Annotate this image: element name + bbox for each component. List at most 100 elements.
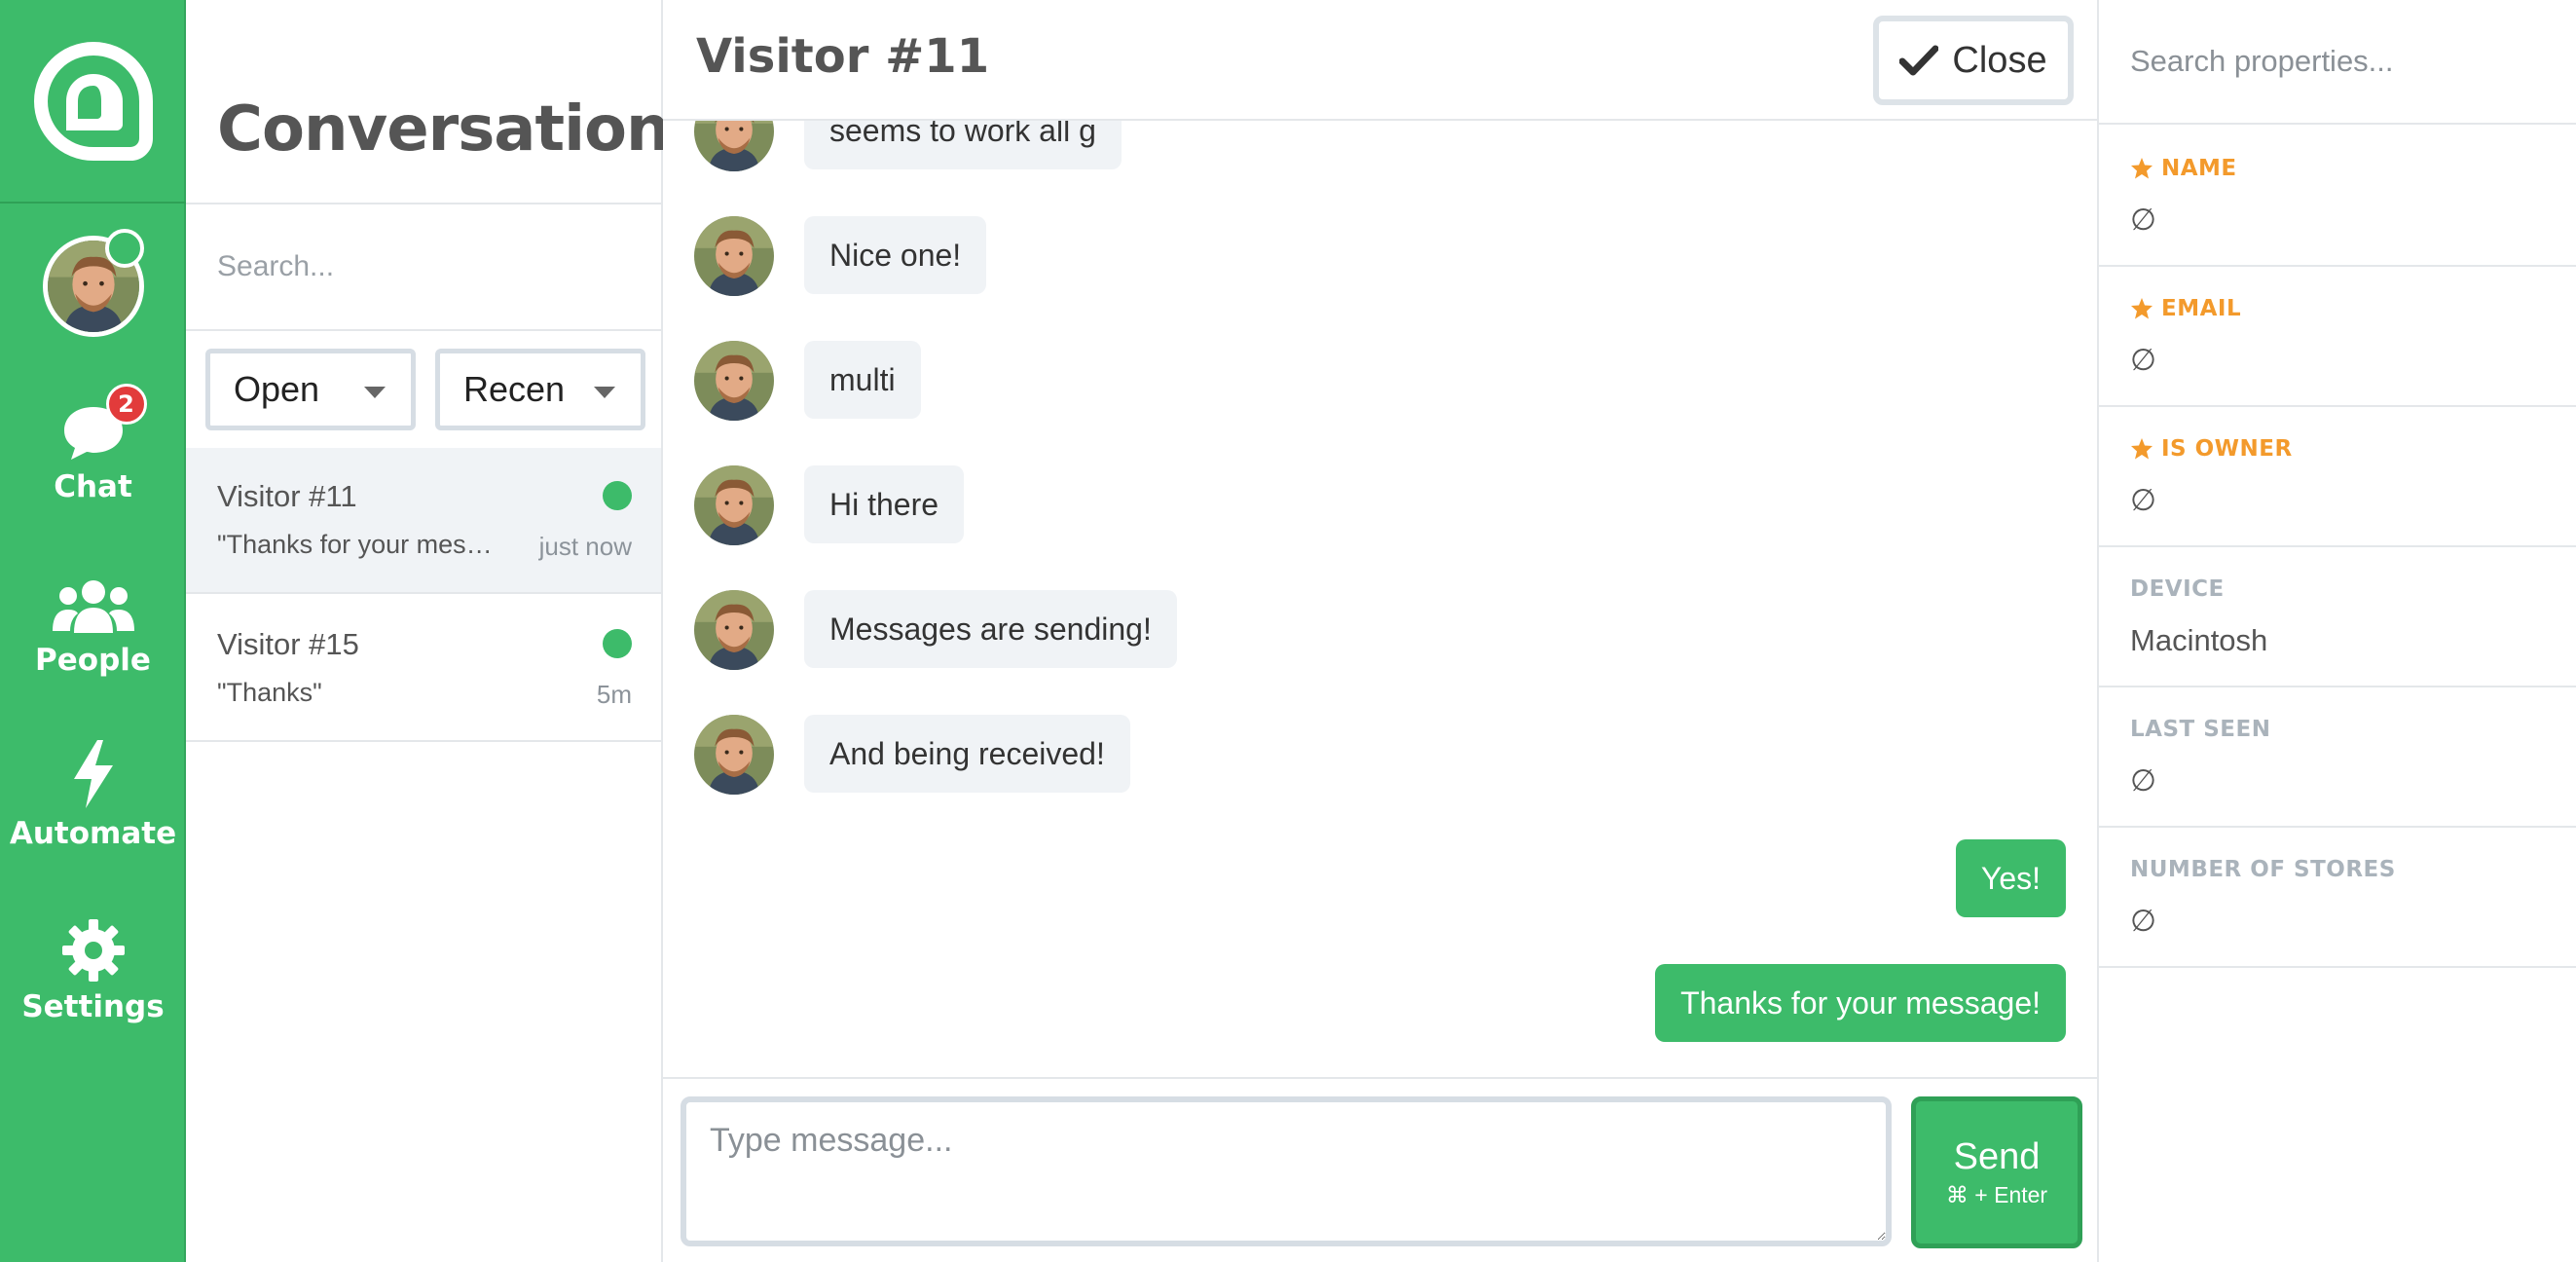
star-icon xyxy=(2131,298,2153,319)
chat-header: Visitor #11 Close xyxy=(663,0,2097,121)
nav-automate-label: Automate xyxy=(9,816,177,851)
nav-settings[interactable]: Settings xyxy=(0,890,186,1046)
avatar xyxy=(694,121,774,171)
nav-settings-label: Settings xyxy=(21,989,165,1024)
property-key-label: EMAIL xyxy=(2161,296,2242,321)
avatar xyxy=(694,216,774,296)
current-user[interactable] xyxy=(0,204,186,369)
people-icon xyxy=(52,580,134,633)
nav-chat-label: Chat xyxy=(54,469,132,504)
avatar xyxy=(694,341,774,421)
status-filter-select[interactable]: Open xyxy=(205,349,416,430)
message-outgoing: Yes! xyxy=(663,835,2097,923)
logo-icon xyxy=(33,41,153,161)
property-value: Macintosh xyxy=(2130,623,2268,657)
message-bubble: And being received! xyxy=(804,715,1130,793)
star-icon xyxy=(2131,158,2153,179)
message: seems to work all g xyxy=(663,121,2097,175)
conversation-time: just now xyxy=(538,532,632,561)
conversation-item[interactable]: Visitor #11 "Thanks for your message!" j… xyxy=(186,448,661,594)
message: multi xyxy=(663,337,2097,425)
divider xyxy=(186,329,661,331)
chevron-down-icon xyxy=(594,387,615,398)
property-key-label: LAST SEEN xyxy=(2130,717,2271,742)
property-row[interactable]: NAME ∅ xyxy=(2099,127,2576,267)
gear-icon xyxy=(61,919,125,982)
property-row[interactable]: NUMBER OF STORES ∅ xyxy=(2099,828,2576,968)
property-value: ∅ xyxy=(2130,904,2157,938)
lightning-icon xyxy=(73,740,113,808)
nav-automate[interactable]: Automate xyxy=(0,717,186,872)
property-value: ∅ xyxy=(2130,763,2157,798)
message-composer: Send ⌘ + Enter xyxy=(663,1077,2097,1262)
message-bubble: Messages are sending! xyxy=(804,590,1177,668)
nav-chat[interactable]: 2 Chat xyxy=(0,370,186,526)
checkmark-icon xyxy=(1899,45,1939,76)
property-row[interactable]: DEVICE Macintosh xyxy=(2099,547,2576,687)
unread-badge: 2 xyxy=(105,384,147,425)
avatar xyxy=(694,590,774,670)
conversations-title: Conversations xyxy=(217,93,707,166)
message-outgoing: Thanks for your message! xyxy=(663,960,2097,1048)
message: Hi there xyxy=(663,462,2097,549)
property-row[interactable]: LAST SEEN ∅ xyxy=(2099,687,2576,828)
avatar xyxy=(694,465,774,545)
chat-title: Visitor #11 xyxy=(696,29,990,84)
message-bubble: Yes! xyxy=(1955,839,2066,917)
sort-filter-value: Recen xyxy=(463,369,566,409)
property-value: ∅ xyxy=(2130,483,2157,517)
property-key-label: IS OWNER xyxy=(2161,436,2293,462)
send-button[interactable]: Send ⌘ + Enter xyxy=(1911,1096,2082,1248)
online-indicator xyxy=(603,629,632,658)
message-bubble: seems to work all g xyxy=(804,121,1122,169)
property-row[interactable]: EMAIL ∅ xyxy=(2099,267,2576,407)
conversation-time: 5m xyxy=(596,680,632,709)
status-filter-value: Open xyxy=(234,369,320,409)
conversation-name: Visitor #15 xyxy=(217,627,359,661)
app-logo[interactable] xyxy=(0,0,186,204)
property-row[interactable]: IS OWNER ∅ xyxy=(2099,407,2576,547)
message: Nice one! xyxy=(663,212,2097,300)
property-key: DEVICE xyxy=(2130,576,2225,602)
nav-people-label: People xyxy=(35,643,151,678)
property-key-label: NAME xyxy=(2161,156,2237,181)
send-label: Send xyxy=(1953,1136,2041,1177)
chevron-down-icon xyxy=(364,387,386,398)
property-key: NAME xyxy=(2130,156,2237,181)
property-value: ∅ xyxy=(2130,203,2157,237)
properties-search-input[interactable] xyxy=(2099,0,2576,125)
property-key: LAST SEEN xyxy=(2130,717,2270,742)
message-bubble: Thanks for your message! xyxy=(1655,964,2066,1042)
property-key-label: NUMBER OF STORES xyxy=(2130,857,2396,882)
close-conversation-button[interactable]: Close xyxy=(1873,16,2074,105)
send-shortcut-hint: ⌘ + Enter xyxy=(1945,1182,2048,1207)
avatar xyxy=(694,715,774,795)
message-bubble: multi xyxy=(804,341,921,419)
message-bubble: Nice one! xyxy=(804,216,987,294)
property-key: NUMBER OF STORES xyxy=(2130,857,2396,882)
property-key-label: DEVICE xyxy=(2130,576,2225,602)
availability-status[interactable] xyxy=(105,229,144,268)
message-input[interactable] xyxy=(681,1096,1892,1246)
sort-filter-select[interactable]: Recen xyxy=(435,349,645,430)
close-label: Close xyxy=(1952,39,2047,81)
properties-panel: NAME ∅ EMAIL ∅ IS OWNER ∅ DEVICE Macinto… xyxy=(2099,0,2576,1262)
conversation-preview: "Thanks" xyxy=(217,678,322,707)
conversation-item[interactable]: Visitor #15 "Thanks" 5m xyxy=(186,596,661,742)
conversations-search-input[interactable] xyxy=(186,204,661,329)
message: Messages are sending! xyxy=(663,586,2097,674)
conversation-name: Visitor #11 xyxy=(217,479,357,513)
property-key: IS OWNER xyxy=(2130,436,2293,462)
conversations-panel: Conversations Open Recen Visitor #11 "Th… xyxy=(186,0,707,1262)
message-list[interactable]: seems to work all g Nice one! multi Hi t… xyxy=(663,121,2097,1077)
online-indicator xyxy=(603,481,632,510)
left-nav: 2 Chat People Automate Settings xyxy=(0,0,186,1262)
property-key: EMAIL xyxy=(2130,296,2241,321)
property-value: ∅ xyxy=(2130,343,2157,377)
star-icon xyxy=(2131,438,2153,460)
message-bubble: Hi there xyxy=(804,465,965,543)
nav-people[interactable]: People xyxy=(0,543,186,699)
conversation-preview: "Thanks for your message!" xyxy=(217,530,499,559)
message: And being received! xyxy=(663,711,2097,798)
chat-panel: Visitor #11 Close seems to work all g Ni… xyxy=(663,0,2099,1262)
